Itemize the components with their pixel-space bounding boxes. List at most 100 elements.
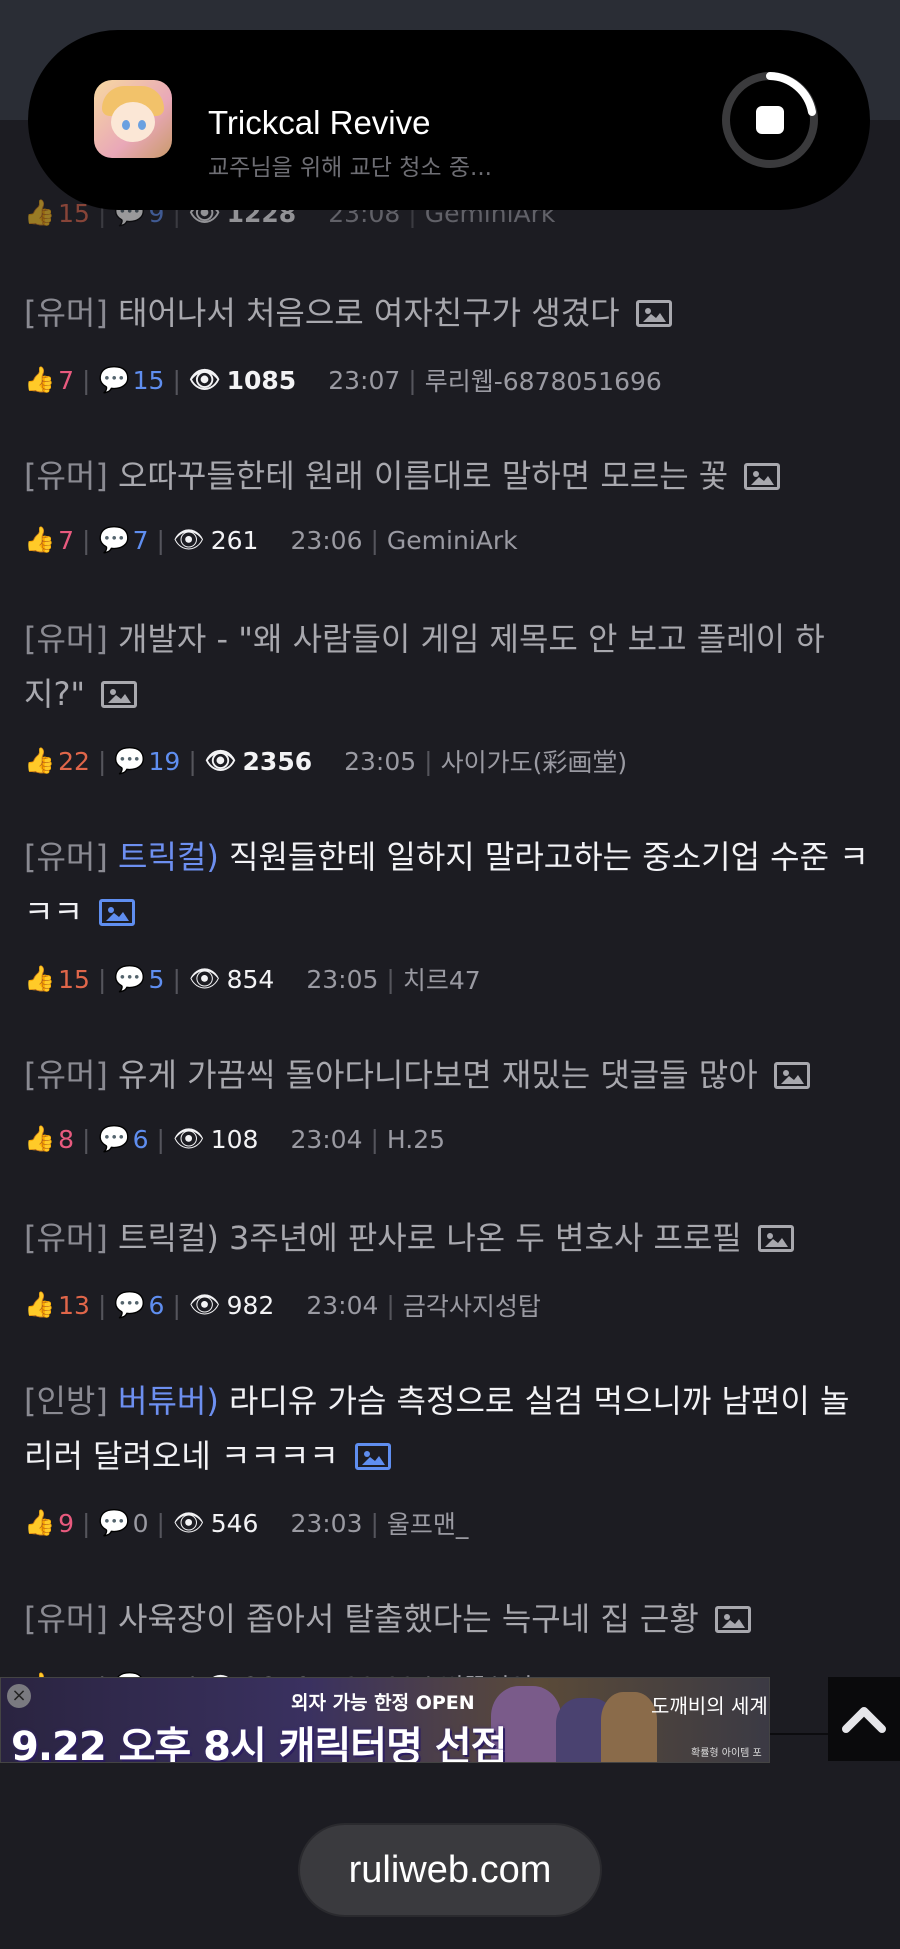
thumb-up-icon: 👍	[24, 746, 56, 775]
comment-count: 💬 0	[98, 1508, 149, 1538]
image-attachment-icon	[354, 1443, 391, 1470]
app-name: Trickcal Revive	[208, 104, 431, 141]
post-time: 23:04	[290, 1124, 363, 1154]
eye-icon: 👁	[172, 1508, 205, 1537]
thumb-up-icon: 👍	[24, 525, 56, 554]
comment-count: 💬 6	[114, 1290, 165, 1320]
list-item[interactable]: [유머] 트릭컬) 3주년에 판사로 나온 두 변호사 프로필 👍 13 | 💬 6…	[0, 1189, 900, 1354]
eye-icon: 👁	[204, 746, 237, 775]
like-count: 👍15	[24, 198, 90, 228]
comment-icon: 💬	[98, 365, 130, 394]
ad-fine-print: 확률형 아이템 포함	[691, 1748, 762, 1759]
image-attachment-icon	[101, 681, 138, 708]
eye-icon: 👁	[188, 964, 221, 993]
post-meta: 👍 22 | 💬 19 | 👁 2356 23:05 | 사이가도(彩画堂)	[24, 743, 627, 779]
post-time: 23:05	[344, 746, 417, 776]
image-attachment-icon	[635, 300, 672, 327]
post-author: 치르47	[402, 966, 481, 995]
post-subcategory: 트릭컬)	[118, 1219, 219, 1257]
post-meta: 👍 13 | 💬 6 | 👁 982 23:04 | 금각사지성탑	[24, 1287, 541, 1323]
ad-top-text: 외자 가능 한정 OPEN	[291, 1692, 475, 1714]
like-count: 👍15	[24, 964, 90, 994]
list-item[interactable]: [유머] 오따꾸들한테 원래 이름대로 말하면 모르는 꽃 👍 7 | 💬 7 | …	[0, 427, 900, 592]
post-author: H.25	[386, 1124, 446, 1154]
post-title[interactable]: [유머] 사육장이 좁아서 탈출했다는 늑구네 집 근황	[24, 1592, 870, 1647]
post-title[interactable]: [인방] 버튜버) 라디유 가슴 측정으로 실검 먹으니까 남편이 놀리러 달려…	[24, 1374, 870, 1484]
chevron-up-icon	[842, 1707, 886, 1733]
image-attachment-icon	[714, 1606, 751, 1633]
ad-banner[interactable]: × 외자 가능 한정 OPEN 9.22 오후 8시 캐릭터명 선점 도깨비의 …	[0, 1677, 770, 1763]
post-title[interactable]: [유머] 트릭컬) 3주년에 판사로 나온 두 변호사 프로필	[24, 1211, 870, 1266]
live-activity-notification[interactable]: Trickcal Revive 교주님을 위해 교단 청소 중...	[28, 30, 870, 210]
comment-count: 💬 19	[114, 746, 181, 776]
close-icon[interactable]: ×	[7, 1684, 31, 1708]
comment-icon: 💬	[98, 1124, 130, 1153]
thumb-up-icon: 👍	[24, 964, 56, 993]
thumb-up-icon: 👍	[24, 198, 56, 227]
view-count: 👁 261	[172, 525, 259, 555]
list-item[interactable]: [인방] 버튜버) 라디유 가슴 측정으로 실검 먹으니까 남편이 놀리러 달려…	[0, 1352, 900, 1572]
view-count: 👁 108	[172, 1124, 259, 1154]
thumb-up-icon: 👍	[24, 1508, 56, 1537]
post-title[interactable]: [유머] 태어나서 처음으로 여자친구가 생겼다	[24, 286, 870, 341]
image-attachment-icon	[744, 463, 781, 490]
post-meta: 👍 9 | 💬 0 | 👁 546 23:03 | 울프맨_	[24, 1505, 468, 1541]
post-category: [유머]	[24, 294, 108, 332]
eye-icon: 👁	[188, 1290, 221, 1319]
list-item[interactable]: [유머] 개발자 - "왜 사람들이 게임 제목도 안 보고 플레이 하지?" …	[0, 590, 900, 810]
post-title-text: 개발자 - "왜 사람들이 게임 제목도 안 보고 플레이 하지?"	[24, 620, 825, 713]
post-title[interactable]: [유머] 개발자 - "왜 사람들이 게임 제목도 안 보고 플레이 하지?"	[24, 612, 870, 722]
comment-count: 💬 5	[114, 964, 165, 994]
eye-icon: 👁	[188, 365, 221, 394]
post-time: 23:03	[290, 1508, 363, 1538]
thumb-up-icon: 👍	[24, 1290, 56, 1319]
post-time: 23:05	[306, 964, 379, 994]
view-count: 👁 546	[172, 1508, 259, 1538]
scroll-to-top-button[interactable]	[828, 1677, 900, 1761]
comment-icon: 💬	[114, 964, 146, 993]
post-time: 23:06	[290, 525, 363, 555]
post-category: [유머]	[24, 457, 108, 495]
post-category: [인방]	[24, 1382, 108, 1420]
view-count: 👁 1085	[188, 365, 297, 395]
comment-count: 💬 6	[98, 1124, 149, 1154]
comment-icon: 💬	[98, 1508, 130, 1537]
list-item[interactable]: [유머] 태어나서 처음으로 여자친구가 생겼다 👍 7 | 💬 15 | 👁 108…	[0, 264, 900, 429]
image-attachment-icon	[758, 1225, 795, 1252]
post-category: [유머]	[24, 1600, 108, 1638]
comment-icon: 💬	[114, 746, 146, 775]
post-title[interactable]: [유머] 유게 가끔씩 돌아다니다보면 재밌는 댓글들 많아	[24, 1048, 870, 1103]
post-category: [유머]	[24, 1056, 108, 1094]
url-text: ruliweb.com	[348, 1849, 552, 1891]
post-title[interactable]: [유머] 오따꾸들한테 원래 이름대로 말하면 모르는 꽃	[24, 449, 870, 504]
ad-illustration	[601, 1692, 657, 1762]
post-subcategory: 트릭컬)	[118, 838, 219, 876]
post-author: 사이가도(彩画堂)	[440, 748, 628, 777]
image-attachment-icon	[99, 899, 136, 926]
image-attachment-icon	[773, 1062, 810, 1089]
comment-count: 💬 7	[98, 525, 149, 555]
stop-download-icon[interactable]	[720, 70, 820, 170]
thumb-up-icon: 👍	[24, 1124, 56, 1153]
eye-icon: 👁	[172, 525, 205, 554]
post-title-text: 유게 가끔씩 돌아다니다보면 재밌는 댓글들 많아	[118, 1056, 758, 1094]
comment-icon: 💬	[98, 525, 130, 554]
activity-status-text: 교주님을 위해 교단 청소 중...	[208, 155, 492, 181]
like-count: 👍 22	[24, 746, 90, 776]
comment-count: 💬 15	[98, 365, 165, 395]
post-title[interactable]: [유머] 트릭컬) 직원들한테 일하지 말라고하는 중소기업 수준 ㅋㅋㅋ	[24, 830, 870, 940]
list-item[interactable]: [유머] 유게 가끔씩 돌아다니다보면 재밌는 댓글들 많아 👍 8 | 💬 6 |…	[0, 1026, 900, 1191]
app-icon	[94, 80, 172, 158]
post-time: 23:04	[306, 1290, 379, 1320]
view-count: 👁 854	[188, 964, 275, 994]
post-meta: 👍 7 | 💬 15 | 👁 1085 23:07 | 루리웹-6878051696	[24, 362, 662, 398]
post-meta: 👍 7 | 💬 7 | 👁 261 23:06 | GeminiArk	[24, 525, 518, 555]
ad-logo: 도깨비의 세계	[651, 1694, 768, 1718]
view-count: 👁 2356	[204, 746, 313, 776]
list-item[interactable]: [유머] 트릭컬) 직원들한테 일하지 말라고하는 중소기업 수준 ㅋㅋㅋ 👍 1…	[0, 808, 900, 1028]
like-count: 👍 13	[24, 1290, 90, 1320]
post-author: GeminiArk	[386, 525, 518, 555]
address-bar[interactable]: ruliweb.com	[300, 1825, 600, 1915]
post-category: [유머]	[24, 620, 108, 658]
post-author: 울프맨_	[386, 1510, 469, 1539]
